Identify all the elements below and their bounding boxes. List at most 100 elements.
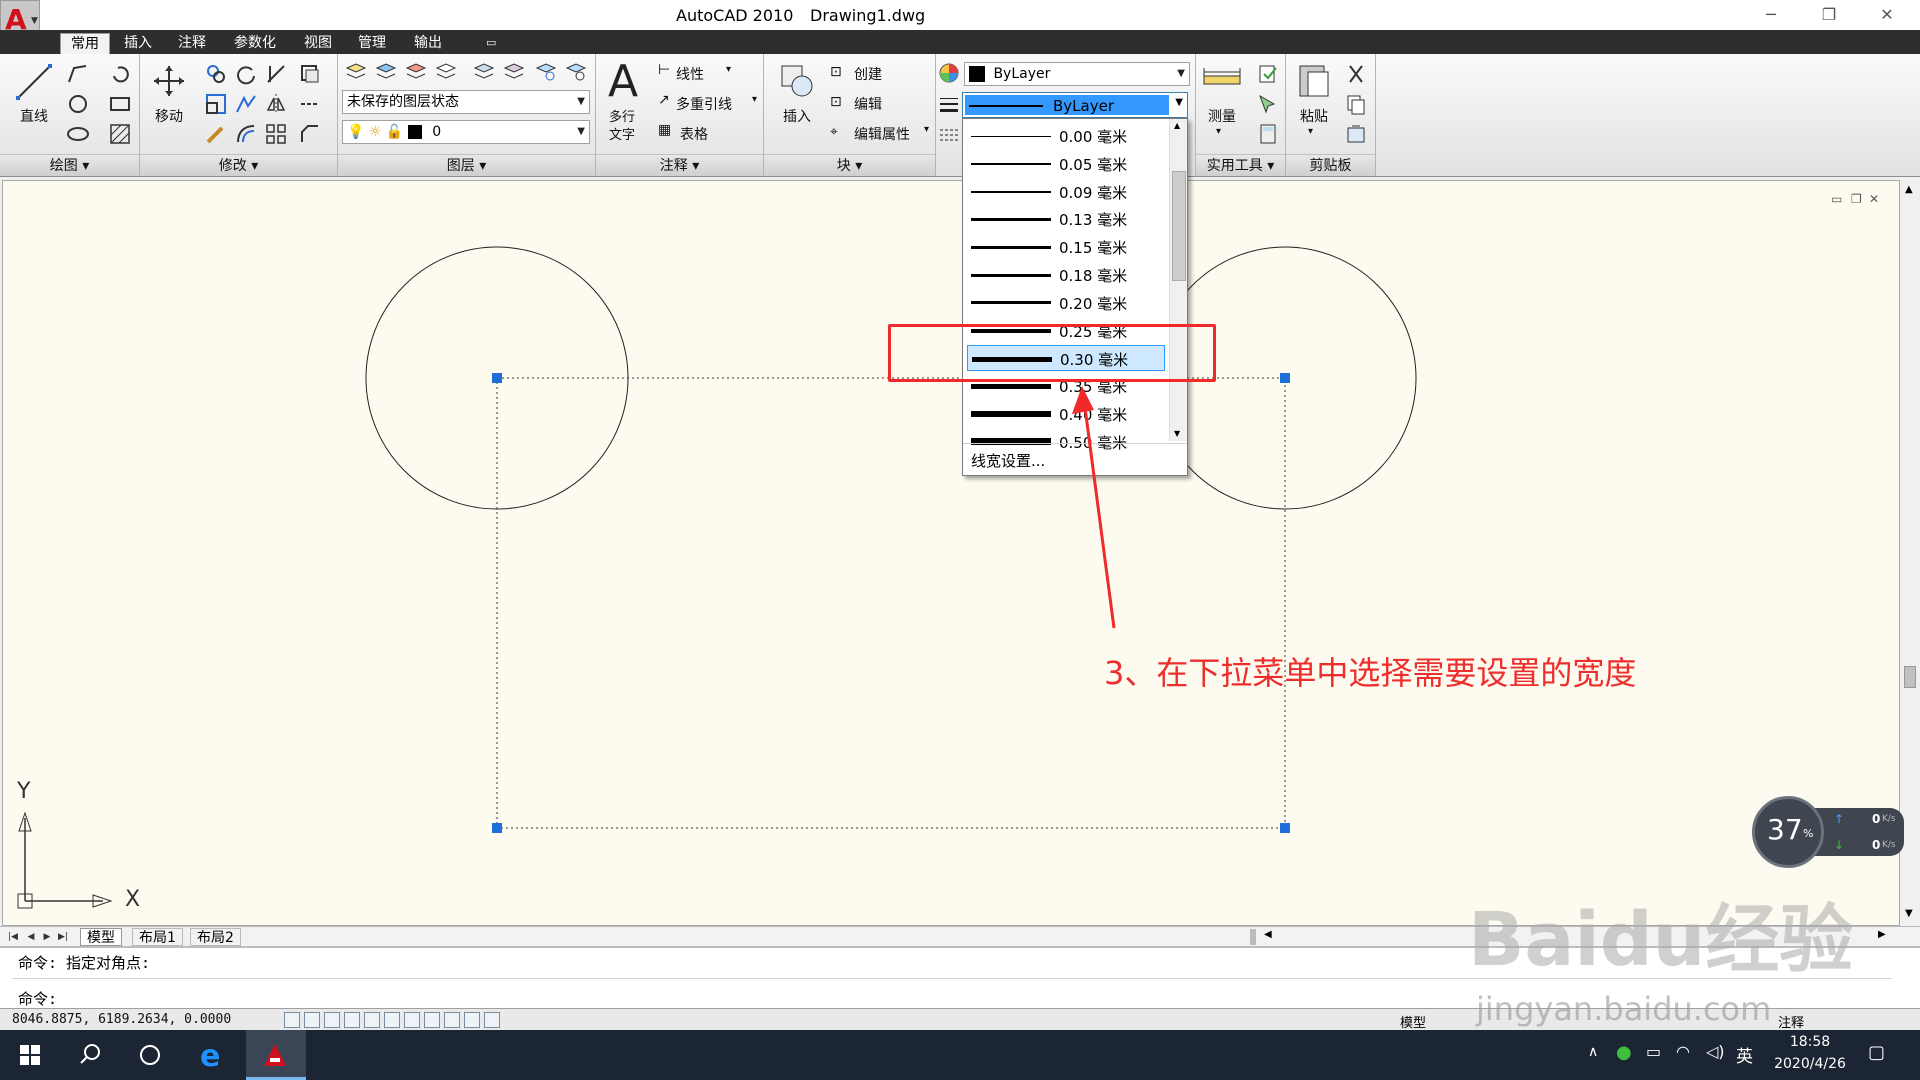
viewport-minimize-icon[interactable]: ▭: [1831, 192, 1842, 206]
volume-icon[interactable]: ◁): [1706, 1042, 1725, 1061]
lineweight-option[interactable]: 0.18 毫米: [967, 262, 1165, 288]
taskbar-autocad-button[interactable]: [246, 1030, 306, 1080]
battery-icon[interactable]: ▭: [1646, 1042, 1661, 1061]
wifi-icon[interactable]: ◠: [1676, 1042, 1690, 1061]
tab-splitter[interactable]: [1250, 929, 1256, 945]
grip-bottom-left[interactable]: [492, 823, 502, 833]
tab-parametric[interactable]: 参数化: [224, 33, 286, 54]
edit-block-label[interactable]: 编辑: [854, 94, 882, 114]
lineweight-toggle-icon[interactable]: [484, 1012, 500, 1028]
snap-mode-icon[interactable]: [304, 1012, 320, 1028]
insert-block-icon[interactable]: [778, 60, 816, 100]
ellipse-tool-icon[interactable]: [66, 122, 90, 146]
first-layout-icon[interactable]: |◀: [6, 929, 20, 945]
wechat-tray-icon[interactable]: ●: [1616, 1042, 1632, 1063]
paste-icon[interactable]: [1296, 60, 1332, 100]
layer-state-combo[interactable]: 未保存的图层状态 ▼: [342, 90, 590, 114]
annotation-scale-label[interactable]: 注释: [1778, 1012, 1804, 1031]
close-button[interactable]: ✕: [1864, 2, 1910, 28]
copy-clip-icon[interactable]: [1344, 92, 1368, 116]
quick-select-icon[interactable]: [1256, 62, 1280, 86]
layer-delete-icon[interactable]: [564, 60, 588, 84]
hatch-tool-icon[interactable]: [108, 122, 132, 146]
drawing-geometry[interactable]: ▭ ❐ ✕: [3, 181, 1899, 925]
command-window[interactable]: 命令: 指定对角点: 命令:: [0, 946, 1920, 1008]
layer-state-icon[interactable]: [374, 60, 398, 84]
model-space-label[interactable]: 模型: [1400, 1012, 1426, 1031]
scrollbar-thumb[interactable]: [1904, 666, 1916, 688]
draw-panel-label[interactable]: 绘图 ▾: [0, 154, 139, 176]
dropdown-scroll-thumb[interactable]: [1172, 171, 1186, 281]
next-layout-icon[interactable]: ▶: [40, 929, 54, 945]
line-tool-icon[interactable]: [14, 62, 54, 102]
edit-block-icon[interactable]: ⊡: [830, 94, 842, 110]
chevron-down-icon[interactable]: ▼: [1175, 97, 1183, 108]
cut-icon[interactable]: [1344, 62, 1368, 86]
tab-model[interactable]: 模型: [80, 928, 122, 946]
explode-tool-icon[interactable]: [298, 92, 322, 116]
tab-home[interactable]: 常用: [60, 33, 110, 54]
dropdown-scrollbar[interactable]: ▲ ▼: [1169, 119, 1187, 441]
scroll-right-icon[interactable]: ▶: [1878, 929, 1886, 940]
lineweight-combo[interactable]: ByLayer ▼: [962, 92, 1188, 118]
edge-browser-icon[interactable]: e: [192, 1038, 232, 1072]
command-prompt[interactable]: 命令:: [18, 988, 57, 1009]
minimize-button[interactable]: ─: [1748, 2, 1794, 28]
tab-layout1[interactable]: 布局1: [132, 928, 183, 946]
ortho-mode-icon[interactable]: [344, 1012, 360, 1028]
trim-tool-icon[interactable]: [264, 62, 288, 86]
scale-tool-icon[interactable]: [204, 92, 228, 116]
clock-date[interactable]: 2020/4/26: [1760, 1056, 1860, 1072]
lineweight-option[interactable]: 0.15 毫米: [967, 234, 1165, 260]
scroll-left-icon[interactable]: ◀: [1264, 929, 1272, 940]
lineweight-option[interactable]: 0.05 毫米: [967, 151, 1165, 177]
tab-annotate[interactable]: 注释: [168, 33, 216, 54]
application-menu-button[interactable]: A ▼: [0, 0, 40, 36]
match-properties-icon[interactable]: [1344, 122, 1368, 146]
utilities-panel-label[interactable]: 实用工具 ▾: [1196, 154, 1285, 176]
viewport-close-icon[interactable]: ✕: [1869, 192, 1879, 206]
drawing-canvas[interactable]: ▭ ❐ ✕ Y X: [2, 180, 1900, 926]
prev-layout-icon[interactable]: ◀: [24, 929, 38, 945]
tab-view[interactable]: 视图: [294, 33, 342, 54]
chevron-down-icon[interactable]: ▾: [752, 94, 757, 105]
tray-expand-icon[interactable]: ∧: [1588, 1044, 1598, 1060]
layer-properties-icon[interactable]: [344, 60, 368, 84]
fillet-tool-icon[interactable]: [204, 122, 228, 146]
clipboard-panel-label[interactable]: 剪贴板: [1286, 154, 1375, 176]
ime-indicator[interactable]: 英: [1736, 1042, 1753, 1067]
chevron-down-icon[interactable]: ▾: [1308, 126, 1313, 137]
grid-display-icon[interactable]: [324, 1012, 340, 1028]
linear-dimension-icon[interactable]: ⊢: [658, 62, 670, 78]
layer-isolate-icon[interactable]: [404, 60, 428, 84]
mtext-icon[interactable]: A: [608, 56, 638, 107]
color-wheel-icon[interactable]: [938, 62, 960, 84]
array-tool-icon[interactable]: [264, 122, 288, 146]
scroll-down-icon[interactable]: ▼: [1174, 429, 1180, 438]
scroll-up-icon[interactable]: ▲: [1905, 184, 1913, 195]
grip-top-right[interactable]: [1280, 373, 1290, 383]
calculator-icon[interactable]: [1256, 122, 1280, 146]
scroll-down-icon[interactable]: ▼: [1905, 908, 1913, 919]
layer-walk-icon[interactable]: [502, 60, 526, 84]
linear-dimension-label[interactable]: 线性: [676, 64, 704, 84]
3d-osnap-icon[interactable]: [404, 1012, 420, 1028]
layers-panel-label[interactable]: 图层 ▾: [338, 154, 595, 176]
layer-previous-icon[interactable]: [472, 60, 496, 84]
erase-tool-icon[interactable]: [298, 62, 322, 86]
rectangle-tool-icon[interactable]: [108, 92, 132, 116]
copy-tool-icon[interactable]: [204, 62, 228, 86]
windows-start-icon[interactable]: [10, 1038, 50, 1072]
move-tool-icon[interactable]: [152, 64, 186, 98]
chevron-down-icon[interactable]: ▾: [726, 64, 731, 75]
arc-undo-icon[interactable]: [108, 62, 132, 86]
create-block-label[interactable]: 创建: [854, 64, 882, 84]
tab-insert[interactable]: 插入: [114, 33, 162, 54]
infer-constraints-icon[interactable]: [284, 1012, 300, 1028]
lineweight-option[interactable]: 0.20 毫米: [967, 290, 1165, 316]
offset-tool-icon[interactable]: [234, 122, 258, 146]
polyline-icon[interactable]: [66, 62, 90, 86]
circle-tool-icon[interactable]: [66, 92, 90, 116]
object-snap-icon[interactable]: [384, 1012, 400, 1028]
tab-output[interactable]: 输出: [404, 33, 452, 54]
